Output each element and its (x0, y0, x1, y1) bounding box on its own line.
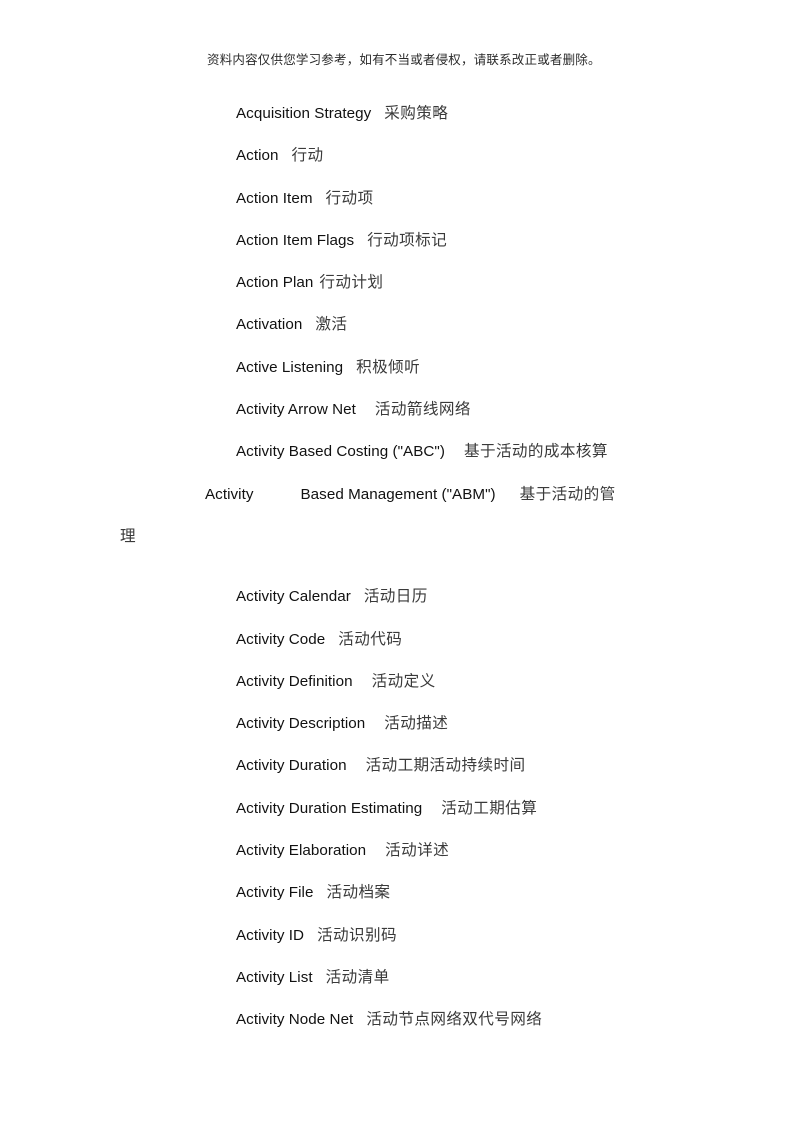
glossary-translation: 活动代码 (338, 630, 403, 648)
glossary-translation-part1: 基于活动的管 (519, 485, 616, 503)
glossary-entry: Active Listening 积极倾听 (0, 350, 800, 392)
glossary-entry: Activity Calendar 活动日历 (0, 579, 800, 621)
glossary-term: Acquisition Strategy (236, 105, 372, 122)
glossary-term: Activity Code (236, 630, 326, 648)
glossary-entry: Activity Definition 活动定义 (0, 664, 800, 706)
glossary-translation: 活动详述 (385, 842, 450, 860)
glossary-translation: 行动项标记 (367, 231, 448, 249)
document-page: 资料内容仅供您学习参考，如有不当或者侵权，请联系改正或者删除。 Acquisit… (0, 0, 800, 1133)
glossary-translation-part2: 理 (120, 527, 136, 545)
glossary-entry: Activity Elaboration 活动详述 (0, 833, 800, 875)
glossary-translation: 活动识别码 (317, 926, 398, 944)
glossary-entry: Activity Description 活动描述 (0, 706, 800, 748)
glossary-entry: Activity ID 活动识别码 (0, 918, 800, 960)
glossary-term: Action (236, 147, 279, 165)
glossary-entry: Activity List 活动清单 (0, 960, 800, 1002)
glossary-entry: Action Item 行动项 (0, 181, 800, 223)
glossary-entry: Activity Arrow Net 活动箭线网络 (0, 392, 800, 434)
glossary-term: Active Listening (236, 358, 344, 376)
glossary-list: Acquisition Strategy 采购策略 Action 行动 Action… (0, 96, 800, 1045)
glossary-term: Action Item (236, 189, 313, 207)
glossary-entry: Activity Based Costing ("ABC") 基于活动的成本核算 (0, 434, 800, 476)
glossary-translation: 活动日历 (363, 588, 428, 606)
glossary-entry: Activity Duration Estimating 活动工期估算 (0, 791, 800, 833)
glossary-term: Activity Arrow Net (236, 401, 356, 419)
glossary-term: Activity File (236, 884, 314, 902)
glossary-translation: 采购策略 (384, 105, 449, 122)
glossary-term-part2: Based Management ("ABM") (300, 485, 496, 503)
glossary-term: Activity Elaboration (236, 842, 367, 860)
glossary-translation: 活动箭线网络 (374, 401, 471, 419)
glossary-term-part1: Activity (205, 485, 254, 503)
glossary-translation: 行动计划 (319, 274, 384, 292)
glossary-term: Activity Definition (236, 672, 353, 690)
glossary-entry: Action 行动 (0, 138, 800, 180)
glossary-term: Action Item Flags (236, 231, 355, 249)
glossary-term: Activity List (236, 968, 313, 986)
glossary-translation: 活动定义 (371, 672, 436, 690)
glossary-translation: 激活 (315, 316, 348, 334)
glossary-entry: Activity Code 活动代码 (0, 622, 800, 664)
glossary-translation: 活动清单 (325, 968, 390, 986)
glossary-translation: 行动项 (325, 189, 374, 207)
glossary-translation: 行动 (291, 147, 324, 165)
glossary-translation: 活动档案 (326, 884, 391, 902)
glossary-translation: 活动工期估算 (441, 799, 538, 817)
glossary-term: Activity Duration Estimating (236, 799, 423, 817)
glossary-term: Activity Calendar (236, 588, 351, 606)
glossary-term: Activation (236, 316, 303, 334)
glossary-entry: Acquisition Strategy 采购策略 (0, 96, 800, 138)
glossary-entry: Action Item Flags 行动项标记 (0, 223, 800, 265)
glossary-entry: Activity Duration 活动工期活动持续时间 (0, 748, 800, 790)
glossary-entry: Activity Node Net 活动节点网络双代号网络 (0, 1002, 800, 1044)
glossary-entry: Activation 激活 (0, 307, 800, 349)
glossary-translation: 基于活动的成本核算 (463, 443, 608, 461)
glossary-entry-wrapped: Activity Based Management ("ABM") 基于活动的管 (0, 477, 800, 519)
glossary-term: Activity Based Costing ("ABC") (236, 443, 445, 461)
glossary-translation: 活动工期活动持续时间 (365, 757, 526, 775)
glossary-translation: 积极倾听 (356, 358, 421, 376)
glossary-translation: 活动节点网络双代号网络 (366, 1011, 543, 1029)
document-header-notice: 资料内容仅供您学习参考，如有不当或者侵权，请联系改正或者删除。 (207, 53, 601, 67)
glossary-term: Action Plan (236, 274, 314, 292)
glossary-entry: Action Plan 行动计划 (0, 265, 800, 307)
glossary-term: Activity Node Net (236, 1011, 354, 1029)
glossary-term: Activity Duration (236, 757, 347, 775)
glossary-entry: Activity File 活动档案 (0, 875, 800, 917)
glossary-term: Activity Description (236, 715, 366, 733)
glossary-term: Activity ID (236, 926, 305, 944)
glossary-entry-continuation: 理 (0, 519, 800, 561)
glossary-translation: 活动描述 (384, 715, 449, 733)
